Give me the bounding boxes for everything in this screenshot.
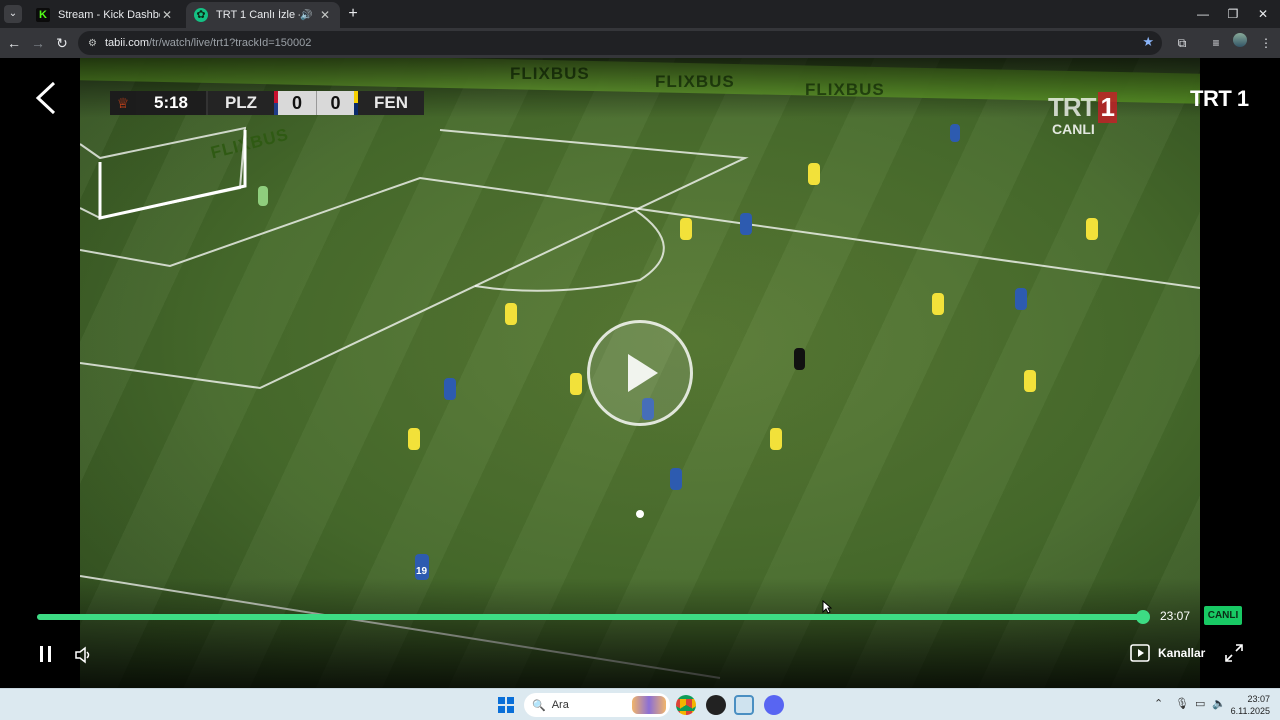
back-arrow-button[interactable] <box>34 80 58 116</box>
watermark-brand: TRT <box>1048 92 1097 122</box>
play-button[interactable] <box>587 320 693 426</box>
forward-button[interactable]: → <box>28 33 48 53</box>
microphone-icon[interactable]: 🎙 <box>1175 697 1189 710</box>
home-team: PLZ <box>208 91 274 115</box>
competition-logo-icon: ♕ <box>110 91 136 115</box>
mouse-cursor-icon <box>822 600 832 614</box>
taskbar-search[interactable]: 🔍 Ara <box>524 693 670 717</box>
search-icon: 🔍 <box>532 699 546 712</box>
clock-time: 23:07 <box>1247 694 1270 704</box>
clock-date: 6.11.2025 <box>1230 706 1270 716</box>
progress-bar[interactable] <box>37 610 1150 624</box>
site-info-icon[interactable]: ⚙ <box>88 38 97 49</box>
player-shirt-number: 19 <box>416 566 428 577</box>
browser-toolbar: ← → ↻ ⚙ tabii.com /tr/watch/live/trt1?tr… <box>0 28 1280 58</box>
speaker-icon[interactable]: 🔊 <box>300 10 314 21</box>
tab-title: Stream - Kick Dashboard <box>58 9 160 21</box>
volume-button[interactable] <box>74 646 92 664</box>
channels-label: Kanallar <box>1158 646 1206 660</box>
channels-button[interactable]: Kanallar <box>1130 644 1205 662</box>
watermark-number: 1 <box>1097 92 1118 123</box>
address-bar[interactable]: ⚙ tabii.com /tr/watch/live/trt1?trackId=… <box>78 31 1162 55</box>
pause-button[interactable] <box>38 644 54 664</box>
speaker-icon[interactable]: 🔈 <box>1212 697 1226 710</box>
url-host: tabii.com <box>104 37 149 49</box>
windows-start-icon[interactable] <box>498 697 514 713</box>
channel-logo: TRT 1 <box>1190 86 1249 111</box>
new-tab-button[interactable]: + <box>344 5 362 23</box>
close-window-button[interactable]: ✕ <box>1248 4 1278 24</box>
url-path: /tr/watch/live/trt1?trackId=150002 <box>149 37 312 49</box>
network-icon[interactable]: ▭ <box>1195 697 1205 710</box>
pause-icon <box>40 646 51 662</box>
tab-title: TRT 1 Canlı İzle - tabii <box>216 9 300 21</box>
media-controls-icon[interactable]: ≡ <box>1206 33 1226 53</box>
search-highlight-image <box>632 696 666 714</box>
bookmark-star-icon[interactable]: ★ <box>1142 34 1154 50</box>
away-team: FEN <box>358 91 424 115</box>
home-score: 0 <box>278 91 316 115</box>
menu-kebab-icon[interactable]: ⋮ <box>1256 33 1276 53</box>
away-score: 0 <box>316 91 354 115</box>
taskbar: 🔍 Ara ⌃ 🎙 ▭ 🔈 23:07 6.11.2025 <box>0 688 1280 720</box>
channels-icon <box>1130 644 1150 662</box>
watermark-live: CANLI <box>1052 121 1095 137</box>
close-tab-icon[interactable]: ✕ <box>160 8 174 22</box>
reload-button[interactable]: ↻ <box>52 33 72 53</box>
speaker-icon <box>75 646 90 664</box>
network-app-icon[interactable] <box>734 695 754 715</box>
match-clock: 5:18 <box>136 91 208 115</box>
bottom-gradient <box>0 578 1280 688</box>
discord-icon[interactable] <box>764 695 784 715</box>
chrome-icon[interactable] <box>676 695 696 715</box>
chevron-left-icon <box>35 81 56 115</box>
video-player[interactable]: FLIXBUS FLIXBUS FLIXBUS FLIXBUS <box>0 58 1280 688</box>
restore-button[interactable]: ❐ <box>1218 4 1248 24</box>
play-icon <box>628 354 658 392</box>
kick-icon: K <box>36 8 50 22</box>
time-readout: 23:07 <box>1160 609 1191 623</box>
minimize-button[interactable]: — <box>1188 4 1218 24</box>
tab-bar: ⌄ K Stream - Kick Dashboard ✕ ✿ TRT 1 Ca… <box>0 0 1280 28</box>
obs-icon[interactable] <box>706 695 726 715</box>
tabii-icon: ✿ <box>194 8 208 22</box>
tray-chevron-icon[interactable]: ⌃ <box>1154 697 1163 710</box>
tab-trt1-tabii[interactable]: ✿ TRT 1 Canlı İzle - tabii 🔊 ✕ <box>186 2 340 28</box>
tab-kick-dashboard[interactable]: K Stream - Kick Dashboard ✕ <box>28 2 182 28</box>
taskbar-search-placeholder: Ara <box>551 699 569 711</box>
back-button[interactable]: ← <box>4 33 24 53</box>
broadcaster-watermark: TRT 1 CANLI <box>1048 92 1128 137</box>
close-tab-icon[interactable]: ✕ <box>318 8 332 22</box>
tab-search-chevron-icon[interactable]: ⌄ <box>4 5 22 23</box>
fullscreen-button[interactable] <box>1225 644 1243 662</box>
progress-fill <box>37 614 1143 620</box>
live-badge[interactable]: CANLI <box>1204 606 1242 625</box>
fullscreen-icon <box>1225 644 1243 662</box>
scoreboard: ♕ 5:18 PLZ 0 0 FEN <box>110 91 424 115</box>
progress-handle[interactable] <box>1136 610 1150 624</box>
extensions-icon[interactable]: ⧉ <box>1172 33 1192 53</box>
system-clock[interactable]: 23:07 6.11.2025 <box>1230 693 1270 717</box>
profile-avatar[interactable] <box>1230 33 1250 53</box>
